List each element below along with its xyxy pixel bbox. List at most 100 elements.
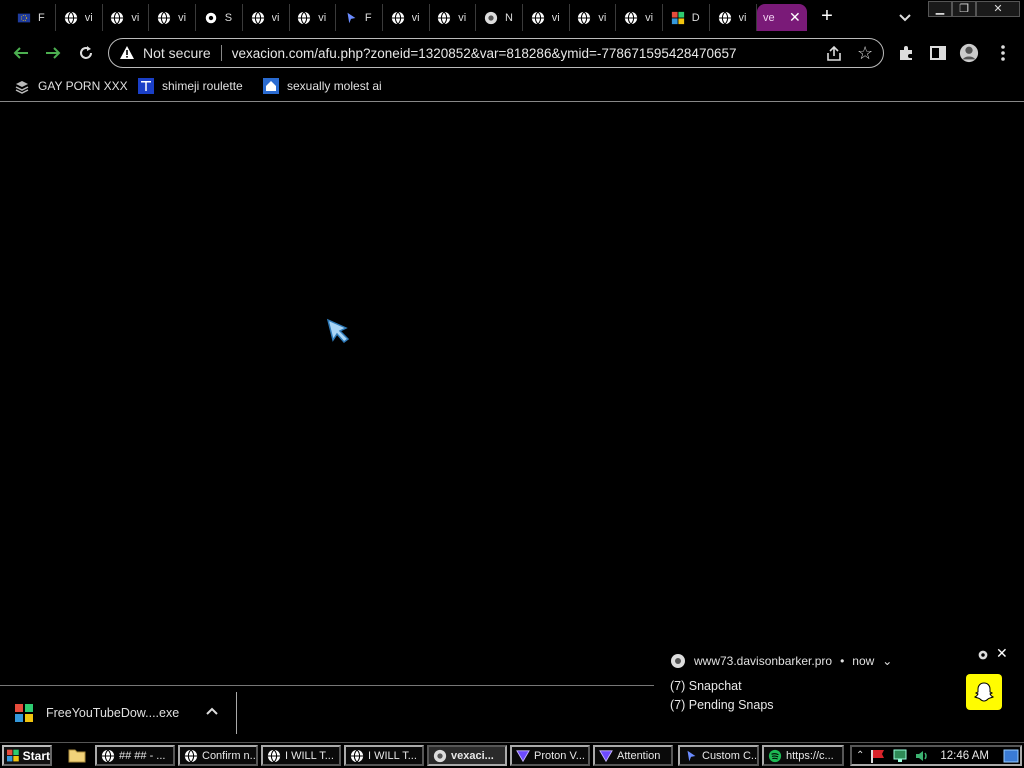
back-button[interactable]	[10, 42, 32, 64]
bookmark-item[interactable]: shimeji roulette	[138, 76, 243, 96]
bookmark-item[interactable]: sexually molest ai	[263, 76, 382, 96]
taskbar-task-label: Proton V...	[534, 749, 585, 762]
tab-title: S	[224, 11, 233, 24]
tab-search-icon[interactable]	[896, 8, 914, 26]
chevron-down-icon[interactable]: ⌄	[882, 654, 892, 668]
flag-icon[interactable]	[870, 749, 886, 763]
start-button[interactable]: Start	[2, 745, 52, 766]
tab-strip: Fvi vi vi Svi vi Fvi vi Nvi vi vi Dvi ve ✕ + ▁ ❐ ✕	[0, 0, 1024, 35]
tab-title: vi	[131, 11, 140, 24]
globe-icon	[530, 10, 546, 26]
tab-title: F	[38, 11, 45, 24]
tab-active[interactable]: ve ✕	[757, 4, 807, 31]
tab[interactable]: vi	[244, 4, 290, 31]
folder-icon[interactable]	[68, 747, 86, 763]
globe-icon	[184, 749, 198, 763]
warning-icon[interactable]	[119, 45, 135, 61]
minimize-button[interactable]: ▁	[928, 1, 952, 17]
desktop-icon[interactable]	[1003, 749, 1019, 763]
notification-body: (7) Pending Snaps	[670, 698, 774, 712]
taskbar-task[interactable]: I WILL T...	[261, 745, 341, 766]
taskbar-task-label: Confirm n...	[202, 749, 258, 762]
tab[interactable]: S	[197, 4, 243, 31]
globe-icon	[109, 10, 125, 26]
gear-icon[interactable]	[976, 648, 990, 662]
tab-title: ve	[763, 11, 775, 24]
tab[interactable]: vi	[570, 4, 617, 31]
start-label: Start	[22, 748, 50, 763]
bookmark-item[interactable]: GAY PORN XXX	[14, 76, 128, 96]
tab[interactable]: vi	[57, 4, 103, 31]
side-panel-icon[interactable]	[928, 43, 948, 63]
tab[interactable]: vi	[103, 4, 150, 31]
security-label[interactable]: Not secure	[143, 45, 211, 61]
tab[interactable]: vi	[150, 4, 197, 31]
volume-icon[interactable]	[914, 749, 930, 763]
tab[interactable]: vi	[290, 4, 337, 31]
reload-button[interactable]	[75, 42, 97, 64]
notification-source: www73.davisonbarker.pro	[694, 654, 833, 668]
extensions-icon[interactable]	[896, 43, 916, 63]
taskbar-task[interactable]: ## ## - ...	[95, 745, 175, 766]
bookmark-label: sexually molest ai	[287, 79, 382, 93]
proton-icon	[516, 749, 530, 763]
share-icon[interactable]	[825, 45, 843, 63]
tab[interactable]: F	[337, 4, 383, 31]
tab[interactable]: vi	[617, 4, 664, 31]
taskbar-task-label: I WILL T...	[368, 749, 417, 762]
taskbar-task-label: vexaci...	[451, 749, 494, 762]
chevron-up-icon[interactable]: ⌃	[856, 750, 864, 761]
url-text[interactable]: vexacion.com/afu.php?zoneid=1320852&var=…	[232, 46, 737, 61]
close-icon[interactable]: ✕	[996, 646, 1010, 660]
tab-title: vi	[598, 11, 607, 24]
close-tab-icon[interactable]: ✕	[789, 9, 801, 26]
stack-icon	[14, 78, 30, 94]
snapchat-logo-icon	[966, 674, 1002, 710]
clock[interactable]: 12:46 AM	[940, 750, 989, 762]
bookmark-label: GAY PORN XXX	[38, 79, 128, 93]
new-tab-button[interactable]: +	[816, 6, 838, 28]
globe-icon	[156, 10, 172, 26]
tab[interactable]: D	[664, 4, 710, 31]
tab-title: vi	[271, 11, 280, 24]
globe-icon	[350, 749, 364, 763]
address-bar[interactable]: Not secure vexacion.com/afu.php?zoneid=1…	[108, 38, 884, 68]
tab[interactable]: vi	[711, 4, 757, 31]
taskbar-task[interactable]: Attention	[593, 745, 673, 766]
network-icon[interactable]	[892, 749, 908, 763]
notification-header: www73.davisonbarker.pro • now ⌄	[670, 653, 892, 669]
close-window-button[interactable]: ✕	[976, 1, 1020, 17]
reload-icon	[80, 46, 92, 59]
globe-icon	[717, 10, 733, 26]
taskbar-task[interactable]: https://c...	[762, 745, 844, 766]
microsoft-icon	[670, 10, 686, 26]
chevron-up-icon[interactable]	[204, 704, 220, 720]
mouse-cursor-icon	[326, 318, 350, 344]
tab[interactable]: vi	[524, 4, 570, 31]
menu-kebab-icon[interactable]	[993, 43, 1013, 63]
page-content[interactable]	[0, 103, 1024, 685]
arrow-left-icon	[13, 47, 28, 59]
profile-avatar-icon[interactable]	[959, 43, 979, 63]
tab[interactable]: vi	[384, 4, 430, 31]
taskbar-task[interactable]: Proton V...	[510, 745, 590, 766]
windows-logo-icon	[7, 749, 19, 761]
tab-title: vi	[551, 11, 560, 24]
taskbar-task-label: Custom C...	[702, 749, 759, 762]
tab[interactable]: N	[477, 4, 523, 31]
taskbar-task[interactable]: vexaci...	[427, 745, 507, 766]
taskbar-task[interactable]: Custom C...	[678, 745, 759, 766]
push-notification[interactable]: www73.davisonbarker.pro • now ⌄ ✕ (7) Sn…	[654, 642, 1024, 720]
chrome-icon	[433, 749, 447, 763]
bookmark-star-icon[interactable]: ☆	[857, 44, 875, 62]
forward-button[interactable]	[42, 42, 64, 64]
taskbar-task[interactable]: I WILL T...	[344, 745, 424, 766]
download-item[interactable]: FreeYouTubeDow....exe	[14, 700, 179, 726]
restore-button[interactable]: ❐	[952, 1, 976, 17]
bookmarks-bar: GAY PORN XXX shimeji roulette sexually m…	[0, 72, 1024, 102]
tab[interactable]: vi	[430, 4, 477, 31]
tab[interactable]: F	[10, 4, 56, 31]
globe-icon	[576, 10, 592, 26]
tab-title: vi	[178, 11, 187, 24]
taskbar-task[interactable]: Confirm n...	[178, 745, 258, 766]
